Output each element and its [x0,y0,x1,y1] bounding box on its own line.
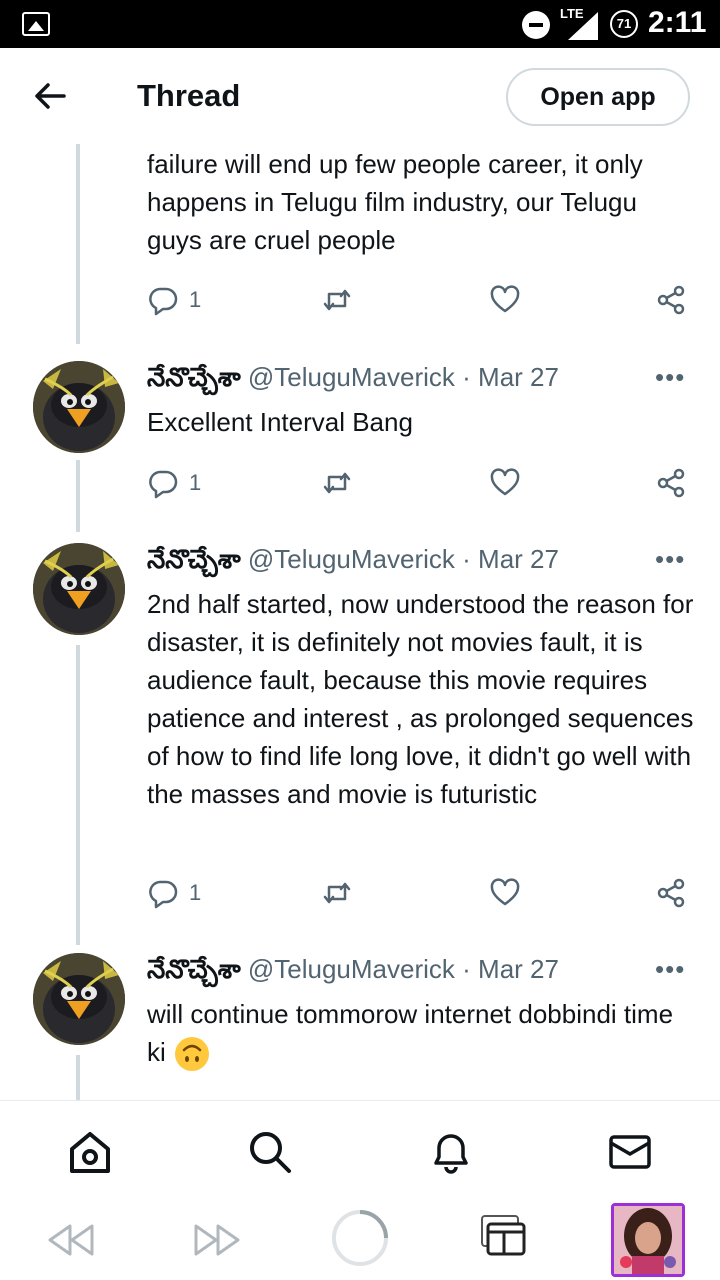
tweet-text-content: will continue tommorow internet dobbindi… [147,999,674,1067]
tweet-date[interactable]: Mar 27 [478,544,559,574]
search-icon[interactable] [247,1129,293,1175]
retweet-icon [323,882,351,904]
thread-line [76,144,80,344]
retweet-button[interactable] [321,875,353,911]
retweet-button[interactable] [321,465,353,501]
mail-icon[interactable] [607,1129,653,1175]
tweet-text: Excellent Interval Bang [147,407,413,437]
user-handle[interactable]: @TeluguMaverick [248,362,455,392]
more-options-icon[interactable]: ••• [655,954,685,985]
thread-header: Thread Open app [0,48,720,144]
open-app-button[interactable]: Open app [506,68,690,126]
penguin-avatar-image [33,543,125,635]
battery-level: 71 [610,10,638,38]
reply-count: 1 [189,287,202,312]
status-bar: LTE 71 2:11 [0,0,720,48]
tweet-text: failure will end up few people career, i… [147,149,643,255]
separator: · [462,544,471,574]
reply-count: 1 [189,470,202,495]
more-options-icon[interactable]: ••• [655,544,685,575]
arrow-left-icon[interactable] [30,76,70,116]
like-button[interactable] [489,465,521,501]
reply-button[interactable]: 1 [147,282,201,318]
reply-count: 1 [189,880,202,905]
reply-bubble-icon [149,880,178,909]
bell-icon[interactable] [428,1129,474,1175]
avatar[interactable] [33,361,125,453]
fast-forward-icon[interactable] [190,1220,242,1260]
share-icon [657,468,685,498]
display-name[interactable]: నేనొచ్చేశా [147,954,241,984]
reply-bubble-icon [149,287,178,316]
reply-button[interactable]: 1 [147,465,201,501]
like-button[interactable] [489,282,521,318]
image-notification-icon [22,12,50,36]
heart-icon [490,468,520,496]
clock: 2:11 [648,6,707,39]
heart-icon [490,878,520,906]
bottom-navigation [0,1100,720,1202]
heart-icon [490,285,520,313]
share-button[interactable] [655,875,687,911]
signal-icon [568,12,598,40]
display-name[interactable]: నేనొచ్చేశా [147,544,241,574]
profile-photo-image [614,1206,682,1274]
penguin-avatar-image [33,953,125,1045]
tweet-text: 2nd half started, now understood the rea… [147,589,694,809]
tweet-text: will continue tommorow internet dobbindi… [147,995,697,1072]
avatar[interactable] [33,953,125,1045]
upside-down-face-emoji-icon [175,1037,210,1072]
more-options-icon[interactable]: ••• [655,362,685,393]
reply-button[interactable]: 1 [147,875,201,911]
share-button[interactable] [655,282,687,318]
rewind-icon[interactable] [46,1220,98,1260]
thread-line [76,1055,80,1100]
browser-toolbar [0,1202,720,1280]
penguin-avatar-image [33,361,125,453]
thread-line [76,645,80,945]
tweet-date[interactable]: Mar 27 [478,954,559,984]
display-name[interactable]: నేనొచ్చేశా [147,362,241,392]
share-icon [657,878,685,908]
profile-thumbnail[interactable] [611,1203,685,1277]
loading-spinner-icon[interactable] [330,1208,390,1268]
user-handle[interactable]: @TeluguMaverick [248,544,455,574]
retweet-icon [323,289,351,311]
tweet-header: నేనొచ్చేశా @TeluguMaverick · Mar 27 ••• [147,362,687,402]
avatar[interactable] [33,543,125,635]
retweet-icon [323,472,351,494]
separator: · [462,954,471,984]
page-title: Thread [137,78,241,113]
home-icon[interactable] [67,1129,113,1175]
tweet-header: నేనొచ్చేశా @TeluguMaverick · Mar 27 ••• [147,954,687,994]
tweet-actions: 1 [147,875,695,911]
thread-line [76,460,80,532]
retweet-button[interactable] [321,282,353,318]
tweet-actions: 1 [147,282,695,318]
reply-bubble-icon [149,470,178,499]
tweet-header: నేనొచ్చేశా @TeluguMaverick · Mar 27 ••• [147,544,687,584]
tweet-date[interactable]: Mar 27 [478,362,559,392]
share-button[interactable] [655,465,687,501]
tabs-icon[interactable] [480,1214,528,1260]
do-not-disturb-icon [522,11,550,39]
user-handle[interactable]: @TeluguMaverick [248,954,455,984]
like-button[interactable] [489,875,521,911]
separator: · [462,362,471,392]
share-icon [657,285,685,315]
tweet-actions: 1 [147,465,695,501]
